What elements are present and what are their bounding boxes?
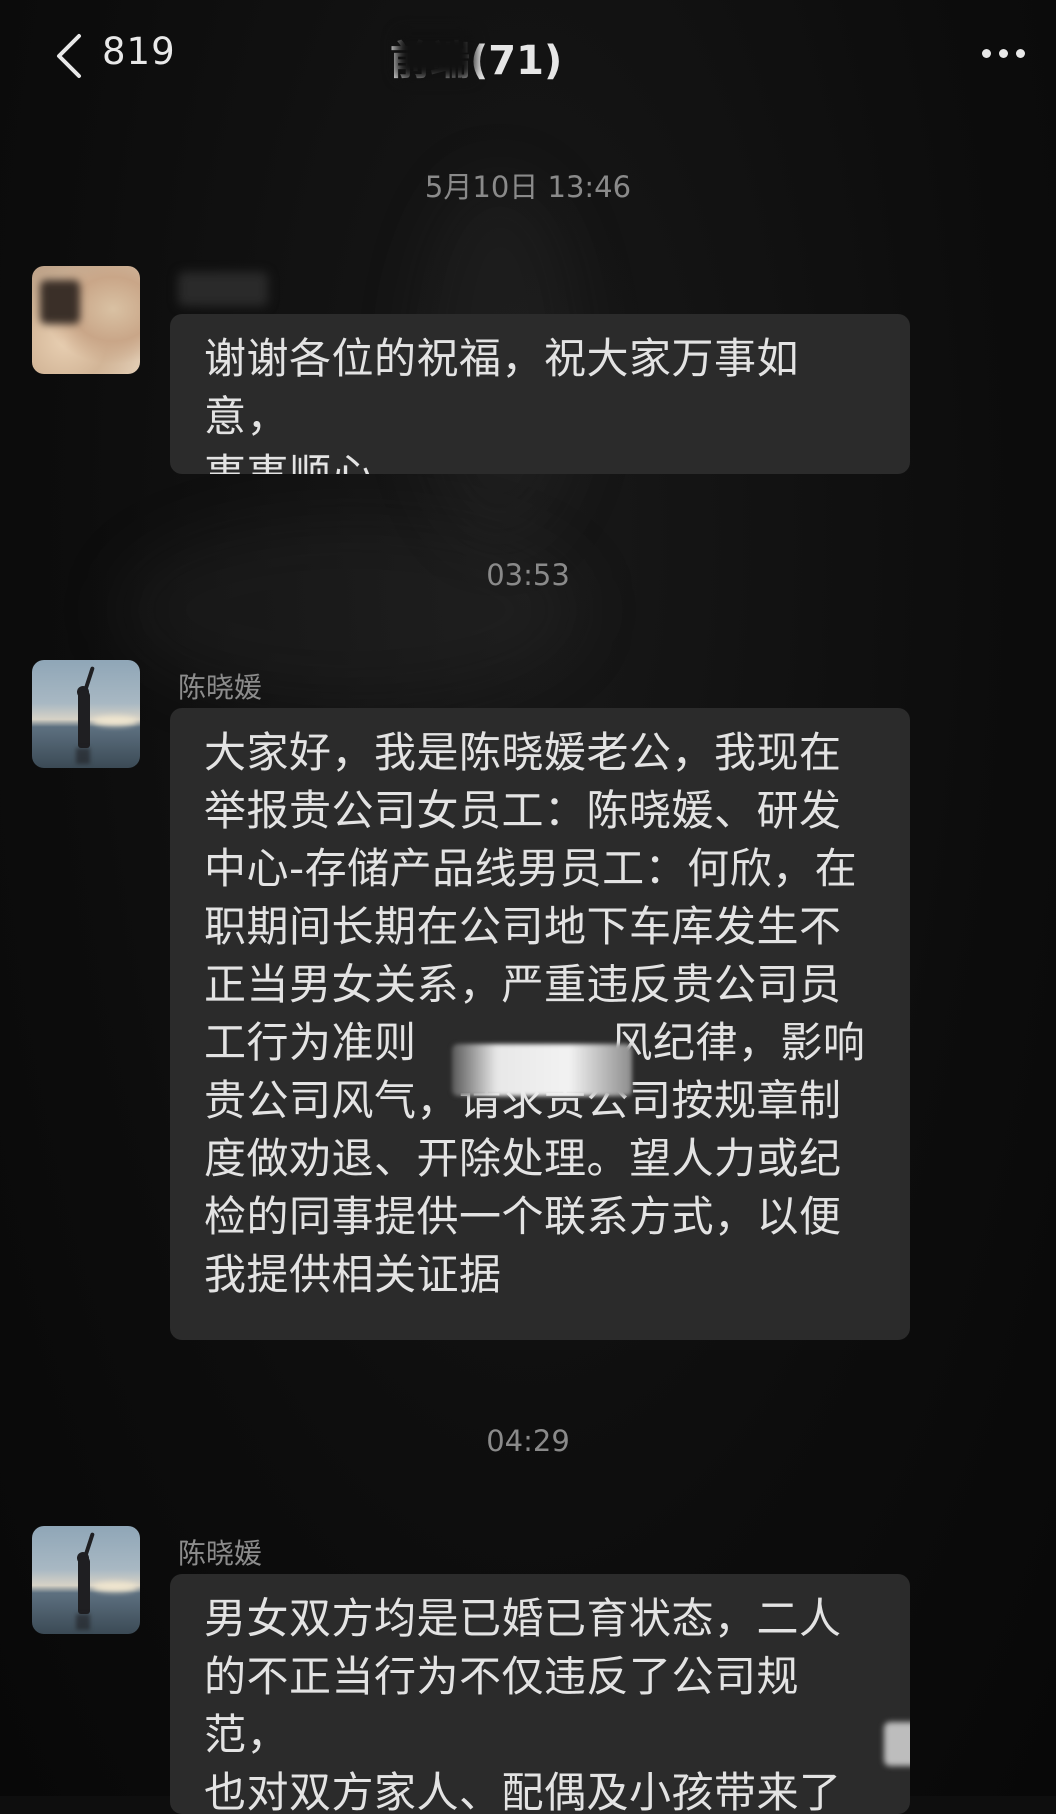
message-text: 大家好，我是陈晓媛老公，我现在 举报贵公司女员工：陈晓媛、研发 中心-存储产品线… bbox=[204, 728, 866, 1299]
sender-name: 陈晓媛 bbox=[178, 1537, 263, 1570]
message-bubble[interactable]: 男女双方均是已婚已育状态，二人 的不正当行为不仅违反了公司规范， 也对双方家人、… bbox=[170, 1574, 910, 1814]
text-redaction bbox=[452, 1044, 632, 1096]
chat-screen: 819 前端(71) 5月10日 13:46 谢谢各位的祝福，祝大家万事如意， … bbox=[0, 0, 1056, 1814]
avatar-detail bbox=[78, 1556, 90, 1614]
avatar-detail bbox=[92, 1582, 138, 1592]
sender-name-redacted bbox=[178, 272, 268, 306]
avatar[interactable] bbox=[32, 1526, 140, 1634]
message-text: 男女双方均是已婚已育状态，二人 的不正当行为不仅违反了公司规范， 也对双方家人、… bbox=[204, 1594, 842, 1814]
more-dots-icon bbox=[981, 48, 991, 58]
avatar[interactable] bbox=[32, 266, 140, 374]
message-text: 谢谢各位的祝福，祝大家万事如意， 事事顺心 bbox=[204, 334, 800, 474]
sender-name: 陈晓媛 bbox=[178, 671, 263, 704]
message-bubble[interactable]: 大家好，我是陈晓媛老公，我现在 举报贵公司女员工：陈晓媛、研发 中心-存储产品线… bbox=[170, 708, 910, 1340]
avatar-detail bbox=[78, 690, 90, 748]
more-dots-icon bbox=[1015, 48, 1025, 58]
unread-count[interactable]: 819 bbox=[102, 30, 176, 73]
message-timestamp: 5月10日 13:46 bbox=[424, 170, 632, 204]
message-timestamp: 04:29 bbox=[486, 1424, 570, 1458]
chevron-left-icon bbox=[57, 34, 81, 78]
avatar-detail bbox=[92, 716, 138, 726]
back-button[interactable] bbox=[40, 28, 100, 84]
message-bubble[interactable]: 谢谢各位的祝福，祝大家万事如意， 事事顺心 bbox=[170, 314, 910, 474]
more-dots-icon bbox=[998, 48, 1008, 58]
chat-header: 819 前端(71) bbox=[0, 0, 1056, 110]
avatar-detail bbox=[40, 280, 80, 324]
avatar-detail bbox=[76, 748, 90, 764]
title-redaction bbox=[395, 30, 475, 80]
text-redaction bbox=[884, 1722, 910, 1766]
message-timestamp: 03:53 bbox=[486, 558, 570, 592]
avatar-detail bbox=[76, 1614, 90, 1630]
avatar[interactable] bbox=[32, 660, 140, 768]
more-button[interactable] bbox=[970, 36, 1036, 70]
